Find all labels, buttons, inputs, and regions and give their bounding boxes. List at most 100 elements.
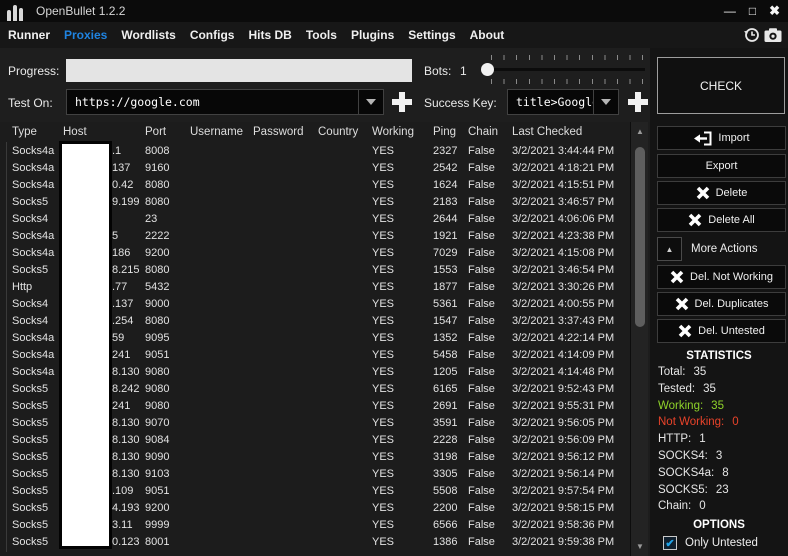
export-label: Export	[705, 160, 738, 172]
history-icon[interactable]	[743, 26, 760, 43]
only-untested-checkbox[interactable]: ✔	[663, 536, 677, 550]
column-header-country[interactable]: Country	[318, 122, 372, 142]
maximize-button[interactable]: □	[749, 0, 756, 22]
cell-chain: False	[468, 535, 495, 548]
cell-type: Socks4	[12, 212, 49, 225]
cell-chain: False	[468, 246, 495, 259]
cell-working: YES	[372, 144, 395, 157]
column-header-password[interactable]: Password	[253, 122, 318, 142]
only-untested-option[interactable]: ✔ Only Untested	[663, 536, 758, 550]
minimize-button[interactable]: —	[724, 0, 736, 22]
cell-last_checked: 3/2/2021 4:14:09 PM	[512, 348, 615, 361]
cell-port: 9070	[145, 416, 170, 429]
scrollbar-down-icon[interactable]: ▼	[631, 538, 649, 555]
cell-country	[318, 499, 372, 516]
cell-chain: False	[468, 212, 495, 225]
menu-item-runner[interactable]: Runner	[8, 28, 50, 42]
cell-country	[318, 142, 372, 159]
table-scrollbar[interactable]: ▲ ▼	[630, 122, 648, 556]
cell-ping: 3305	[433, 467, 458, 480]
cell-working: YES	[372, 467, 395, 480]
test-on-combobox[interactable]: https://google.com	[66, 89, 384, 115]
delete-all-button[interactable]: Delete All	[657, 208, 786, 232]
check-button[interactable]: CHECK	[657, 57, 785, 114]
cell-chain: False	[468, 280, 495, 293]
menu-item-about[interactable]: About	[470, 28, 505, 42]
cell-password	[253, 176, 318, 193]
import-button[interactable]: Import	[657, 126, 786, 150]
cell-username	[190, 414, 253, 431]
cell-country	[318, 465, 372, 482]
menu-item-proxies[interactable]: Proxies	[64, 28, 107, 42]
menu-item-wordlists[interactable]: Wordlists	[121, 28, 175, 42]
stat-not-working: Not Working: 0	[658, 416, 739, 429]
slider-thumb[interactable]	[481, 63, 494, 76]
cell-type: Socks4a	[12, 229, 55, 242]
delete-untested-button[interactable]: Del. Untested	[657, 319, 786, 343]
bots-slider[interactable]	[477, 53, 649, 89]
chevron-down-icon	[366, 99, 376, 105]
cell-username	[190, 533, 253, 550]
column-header-username[interactable]: Username	[190, 122, 253, 142]
cell-ping: 3591	[433, 416, 458, 429]
scrollbar-thumb[interactable]	[635, 147, 645, 327]
scrollbar-up-icon[interactable]: ▲	[631, 123, 649, 140]
bots-value: 1	[460, 64, 467, 78]
cell-ping: 1553	[433, 263, 458, 276]
cell-last_checked: 3/2/2021 3:46:57 PM	[512, 195, 615, 208]
success-key-combobox[interactable]: title>Google	[507, 89, 619, 115]
cell-working: YES	[372, 399, 395, 412]
column-header-working[interactable]: Working	[372, 122, 433, 142]
column-header-ping[interactable]: Ping	[433, 122, 468, 142]
menu-item-configs[interactable]: Configs	[190, 28, 235, 42]
column-header-chain[interactable]: Chain	[468, 122, 512, 142]
add-success-key-button[interactable]	[626, 90, 650, 114]
cell-type: Socks4a	[12, 331, 55, 344]
add-test-url-button[interactable]	[390, 90, 414, 114]
cell-last_checked: 3/2/2021 9:52:43 PM	[512, 382, 615, 395]
menu-item-settings[interactable]: Settings	[408, 28, 455, 42]
column-header-port[interactable]: Port	[145, 122, 190, 142]
more-actions-label: More Actions	[691, 243, 758, 255]
collapse-arrow-button[interactable]: ▲	[657, 237, 682, 261]
cell-country	[318, 380, 372, 397]
cell-working: YES	[372, 229, 395, 242]
test-on-dropdown-button[interactable]	[358, 90, 383, 114]
cell-country	[318, 176, 372, 193]
menu-bar-icons	[743, 26, 782, 43]
more-actions-expander[interactable]: ▲ More Actions	[657, 236, 786, 262]
cell-type: Http	[12, 280, 33, 293]
cell-chain: False	[468, 314, 495, 327]
cell-password	[253, 397, 318, 414]
menu-item-plugins[interactable]: Plugins	[351, 28, 394, 42]
cell-username	[190, 465, 253, 482]
delete-button[interactable]: Delete	[657, 181, 786, 205]
delete-x-icon	[696, 186, 709, 200]
success-key-dropdown-button[interactable]	[593, 90, 618, 114]
cell-username	[190, 380, 253, 397]
column-header-last-checked[interactable]: Last Checked	[512, 122, 630, 142]
menu-item-hits-db[interactable]: Hits DB	[248, 28, 291, 42]
delete-not-working-button[interactable]: Del. Not Working	[657, 265, 786, 289]
cell-password	[253, 244, 318, 261]
export-button[interactable]: Export	[657, 154, 786, 178]
cell-type: Socks5	[12, 195, 49, 208]
statistics-title: STATISTICS	[686, 350, 752, 362]
bots-label: Bots:	[424, 64, 452, 78]
cell-working: YES	[372, 433, 395, 446]
delete-duplicates-button[interactable]: Del. Duplicates	[657, 292, 786, 316]
menu-item-tools[interactable]: Tools	[306, 28, 337, 42]
cell-working: YES	[372, 365, 395, 378]
cell-chain: False	[468, 450, 495, 463]
success-key-label: Success Key:	[424, 96, 497, 110]
cell-country	[318, 227, 372, 244]
column-header-type[interactable]: Type	[0, 122, 63, 142]
cell-port: 9080	[145, 399, 170, 412]
column-header-host[interactable]: Host	[63, 122, 145, 142]
close-button[interactable]: ✖	[769, 0, 780, 22]
cell-port: 8080	[145, 314, 170, 327]
cell-last_checked: 3/2/2021 4:15:08 PM	[512, 246, 615, 259]
cell-chain: False	[468, 518, 495, 531]
camera-icon[interactable]	[764, 27, 782, 43]
cell-working: YES	[372, 331, 395, 344]
